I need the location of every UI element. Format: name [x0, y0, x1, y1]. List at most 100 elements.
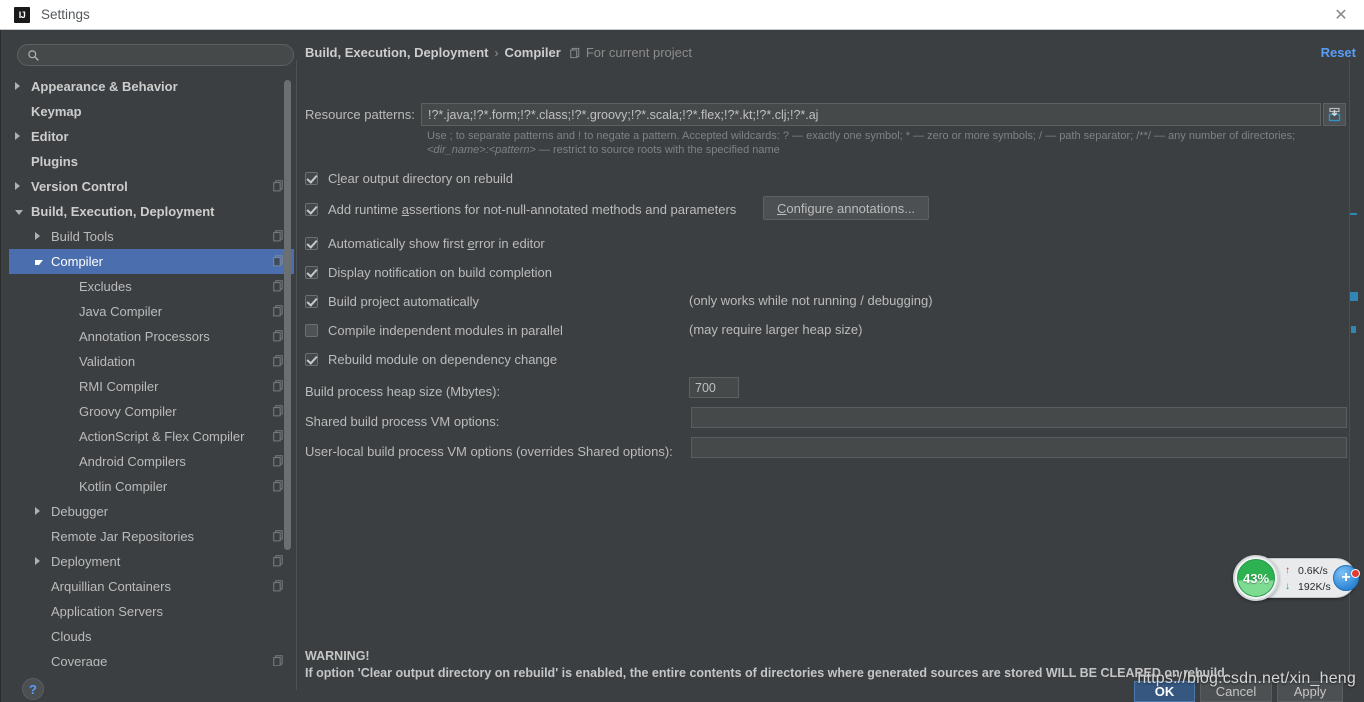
- sidebar-item-label: Debugger: [51, 504, 109, 519]
- sidebar-item-editor[interactable]: Editor: [9, 124, 294, 149]
- search-input[interactable]: [46, 47, 286, 64]
- sidebar-item-label: Arquillian Containers: [51, 579, 171, 594]
- checkbox-note: (may require larger heap size): [689, 322, 863, 337]
- checkbox-box[interactable]: [305, 236, 318, 250]
- project-scope-icon: [273, 480, 283, 492]
- sidebar-item-deployment[interactable]: Deployment: [9, 549, 294, 574]
- upload-rate-value: 0.6K/s: [1298, 565, 1328, 577]
- chevron-down-icon[interactable]: [15, 210, 23, 215]
- sidebar-item-android-compilers[interactable]: Android Compilers: [9, 449, 294, 474]
- checkbox-display-notification-on-build-completion[interactable]: Display notification on build completion: [305, 263, 552, 281]
- checkbox-box[interactable]: [305, 265, 318, 279]
- sidebar-item-annotation-processors[interactable]: Annotation Processors: [9, 324, 294, 349]
- checkbox-add-runtime-assertions-for-not-null-anno[interactable]: Add runtime assertions for not-null-anno…: [305, 200, 736, 218]
- expand-field-icon[interactable]: [1323, 103, 1346, 126]
- chevron-down-icon[interactable]: [35, 260, 43, 265]
- network-speed-widget[interactable]: 43% ↑ 0.6K/s ↓ 192K/s +: [1233, 555, 1360, 601]
- sidebar-item-version-control[interactable]: Version Control: [9, 174, 294, 199]
- project-scope-icon: [273, 330, 283, 342]
- search-box[interactable]: [17, 44, 294, 66]
- chevron-right-icon[interactable]: [15, 182, 20, 190]
- project-scope-icon: [273, 655, 283, 666]
- sidebar-item-build-tools[interactable]: Build Tools: [9, 224, 294, 249]
- checkbox-rebuild-module-on-dependency-change[interactable]: Rebuild module on dependency change: [305, 350, 557, 368]
- download-rate-row: ↓ 192K/s: [1285, 579, 1337, 595]
- checkbox-clear-output-directory-on-rebuild[interactable]: Clear output directory on rebuild: [305, 169, 513, 187]
- sidebar-item-application-servers[interactable]: Application Servers: [9, 599, 294, 624]
- configure-annotations-mnemonic: C: [777, 200, 787, 216]
- help-button[interactable]: ?: [22, 678, 44, 700]
- project-scope-icon: [273, 230, 283, 242]
- field-label-build-process-heap-size-mbytes: Build process heap size (Mbytes):: [305, 380, 500, 402]
- label-mnemonic: e: [467, 235, 475, 251]
- label-mnemonic: a: [401, 201, 409, 217]
- chevron-right-icon[interactable]: [35, 507, 40, 515]
- sidebar-item-groovy-compiler[interactable]: Groovy Compiler: [9, 399, 294, 424]
- sidebar-item-coverage[interactable]: Coverage: [9, 649, 294, 666]
- sidebar-item-remote-jar-repositories[interactable]: Remote Jar Repositories: [9, 524, 294, 549]
- hint-line-2-italic: <dir_name>:<pattern>: [427, 144, 536, 156]
- hint-line-1: Use ; to separate patterns and ! to nega…: [427, 130, 1239, 142]
- breadcrumb-root[interactable]: Build, Execution, Deployment: [305, 45, 488, 60]
- sidebar-item-label: ActionScript & Flex Compiler: [79, 429, 245, 444]
- sidebar-item-kotlin-compiler[interactable]: Kotlin Compiler: [9, 474, 294, 499]
- sidebar-item-rmi-compiler[interactable]: RMI Compiler: [9, 374, 294, 399]
- checkbox-compile-independent-modules-in-parallel[interactable]: Compile independent modules in parallel: [305, 321, 563, 339]
- chevron-right-icon[interactable]: [15, 82, 20, 90]
- sidebar-item-java-compiler[interactable]: Java Compiler: [9, 299, 294, 324]
- checkbox-box[interactable]: [305, 352, 318, 366]
- reset-link[interactable]: Reset: [1321, 45, 1356, 60]
- sidebar-item-plugins[interactable]: Plugins: [9, 149, 294, 174]
- sidebar-item-label: Build Tools: [51, 229, 114, 244]
- project-scope-icon: [273, 280, 283, 292]
- checkbox-box[interactable]: [305, 323, 318, 337]
- checkbox-box[interactable]: [305, 202, 318, 216]
- configure-annotations-button[interactable]: Configure annotations...: [763, 196, 930, 220]
- sidebar-item-label: Plugins: [31, 154, 78, 169]
- sidebar-item-keymap[interactable]: Keymap: [9, 99, 294, 124]
- sidebar-item-actionscript-flex-compiler[interactable]: ActionScript & Flex Compiler: [9, 424, 294, 449]
- memory-gauge[interactable]: 43%: [1233, 555, 1279, 601]
- close-icon[interactable]: ✕: [1318, 0, 1364, 29]
- chevron-right-icon[interactable]: [35, 232, 40, 240]
- sidebar-item-excludes[interactable]: Excludes: [9, 274, 294, 299]
- resource-patterns-label: Resource patterns:: [305, 107, 415, 122]
- sidebar-item-label: Coverage: [51, 654, 108, 666]
- add-button-icon[interactable]: +: [1333, 565, 1360, 591]
- sidebar-item-clouds[interactable]: Clouds: [9, 624, 294, 649]
- sidebar-item-appearance-behavior[interactable]: Appearance & Behavior: [9, 74, 294, 99]
- resource-patterns-input[interactable]: [421, 103, 1321, 126]
- label-part: Rebuild module on dependency change: [328, 351, 558, 367]
- hint-line-2-prefix: directories;: [1241, 130, 1296, 142]
- sidebar-item-compiler[interactable]: Compiler: [9, 249, 294, 274]
- sidebar-item-arquillian-containers[interactable]: Arquillian Containers: [9, 574, 294, 599]
- sidebar-scrollbar-thumb[interactable]: [284, 80, 291, 550]
- intellij-idea-icon: [14, 6, 30, 23]
- sidebar-item-label: Compiler: [51, 254, 104, 269]
- edge-artifact: [1350, 292, 1358, 301]
- checkbox-automatically-show-first-error-in-editor[interactable]: Automatically show first error in editor: [305, 234, 545, 252]
- label-part: C: [328, 170, 338, 186]
- sidebar-item-label: Validation: [79, 354, 136, 369]
- settings-content-panel: Build, Execution, Deployment › Compiler …: [297, 30, 1364, 702]
- sidebar-item-label: Android Compilers: [79, 454, 186, 469]
- download-rate-value: 192K/s: [1298, 581, 1331, 593]
- label-part: Build project automatically: [328, 293, 480, 309]
- sidebar-item-label: Clouds: [51, 629, 92, 644]
- sidebar-item-build-execution-deployment[interactable]: Build, Execution, Deployment: [9, 199, 294, 224]
- checkbox-label: Display notification on build completion: [328, 265, 552, 280]
- checkbox-build-project-automatically[interactable]: Build project automatically: [305, 292, 479, 310]
- checkbox-box[interactable]: [305, 171, 318, 185]
- field-input-user-local-build-process-vm-options-over[interactable]: [691, 437, 1347, 458]
- field-input-build-process-heap-size-mbytes[interactable]: [689, 377, 739, 398]
- sidebar-item-label: RMI Compiler: [79, 379, 159, 394]
- label-part: ear output directory on rebuild: [340, 170, 513, 186]
- sidebar-item-debugger[interactable]: Debugger: [9, 499, 294, 524]
- sidebar-item-validation[interactable]: Validation: [9, 349, 294, 374]
- checkbox-box[interactable]: [305, 294, 318, 308]
- field-label-shared-build-process-vm-options: Shared build process VM options:: [305, 410, 499, 432]
- field-input-shared-build-process-vm-options[interactable]: [691, 407, 1347, 428]
- chevron-right-icon[interactable]: [35, 557, 40, 565]
- project-scope-icon: [273, 380, 283, 392]
- chevron-right-icon[interactable]: [15, 132, 20, 140]
